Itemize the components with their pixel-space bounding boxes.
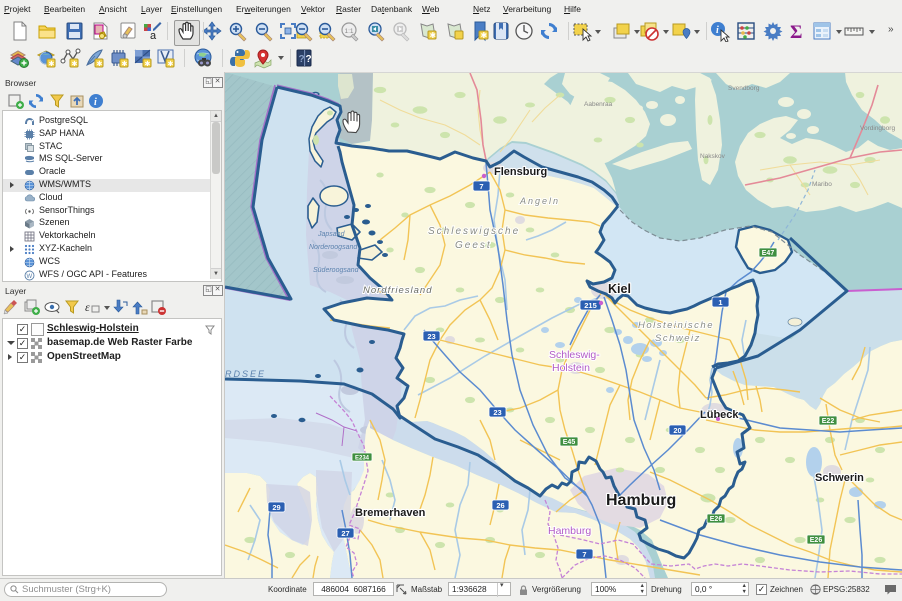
svg-text:i: i	[94, 97, 97, 108]
svg-text:Nakskov: Nakskov	[700, 153, 726, 160]
svg-text:Maribo: Maribo	[812, 181, 832, 188]
svg-text:Hamburg: Hamburg	[548, 525, 591, 537]
svg-text:✱: ✱	[481, 31, 488, 40]
svg-text:Schweiz: Schweiz	[655, 333, 701, 344]
svg-text:E22: E22	[822, 418, 835, 425]
svg-text:Svendborg: Svendborg	[728, 85, 760, 92]
svg-text:Geest: Geest	[455, 240, 492, 251]
svg-text:Σ: Σ	[790, 22, 802, 42]
svg-text:✱: ✱	[430, 31, 437, 40]
svg-text:215: 215	[584, 301, 597, 310]
svg-text:Süderoogsand: Süderoogsand	[313, 267, 360, 274]
svg-text:E26: E26	[810, 537, 823, 544]
svg-text:?: ?	[299, 54, 305, 65]
svg-text:✱: ✱	[145, 60, 151, 68]
svg-text:7: 7	[479, 182, 483, 191]
svg-text:E47: E47	[762, 250, 775, 257]
svg-text:?: ?	[306, 54, 312, 65]
svg-text:Kiel: Kiel	[608, 282, 631, 296]
svg-text:Hamburg: Hamburg	[606, 492, 676, 509]
svg-text:1: 1	[718, 298, 722, 307]
svg-text:a: a	[150, 30, 157, 42]
svg-text:Bremerhaven: Bremerhaven	[355, 507, 426, 519]
svg-text:Schleswig-: Schleswig-	[549, 349, 600, 361]
svg-text:E45: E45	[563, 439, 576, 446]
svg-text:1:1: 1:1	[345, 28, 354, 35]
svg-text:E234: E234	[355, 456, 370, 462]
svg-text:Holsteinische: Holsteinische	[638, 320, 714, 331]
svg-text:E26: E26	[710, 516, 723, 523]
svg-text:W: W	[27, 274, 33, 280]
svg-text:✱: ✱	[168, 60, 174, 68]
svg-text:Angeln: Angeln	[519, 196, 560, 206]
svg-text:7: 7	[582, 550, 586, 559]
svg-text:RDSEE: RDSEE	[225, 369, 266, 379]
svg-text:i: i	[716, 25, 719, 36]
svg-text:20: 20	[673, 426, 681, 435]
svg-text:Nordfriesland: Nordfriesland	[363, 285, 433, 296]
svg-text:Holstein: Holstein	[552, 362, 590, 374]
svg-text:✱: ✱	[122, 60, 128, 68]
svg-text:Schwerin: Schwerin	[815, 472, 864, 484]
svg-text:27: 27	[341, 529, 349, 538]
svg-text:Schleswigsche: Schleswigsche	[428, 226, 520, 237]
svg-text:29: 29	[272, 503, 280, 512]
svg-text:Norderoogsand: Norderoogsand	[309, 244, 358, 251]
svg-text:✱: ✱	[97, 60, 103, 68]
svg-text:Japsand: Japsand	[317, 231, 346, 238]
svg-text:✱: ✱	[72, 60, 78, 68]
svg-text:Flensburg: Flensburg	[494, 166, 547, 178]
svg-text:Aabenraa: Aabenraa	[584, 101, 613, 108]
svg-text:✱: ✱	[49, 60, 55, 68]
svg-text:ε: ε	[85, 300, 90, 314]
svg-text:26: 26	[496, 501, 504, 510]
svg-text:23: 23	[493, 408, 501, 417]
svg-text:Vordingborg: Vordingborg	[860, 125, 895, 132]
svg-text:23: 23	[427, 332, 435, 341]
